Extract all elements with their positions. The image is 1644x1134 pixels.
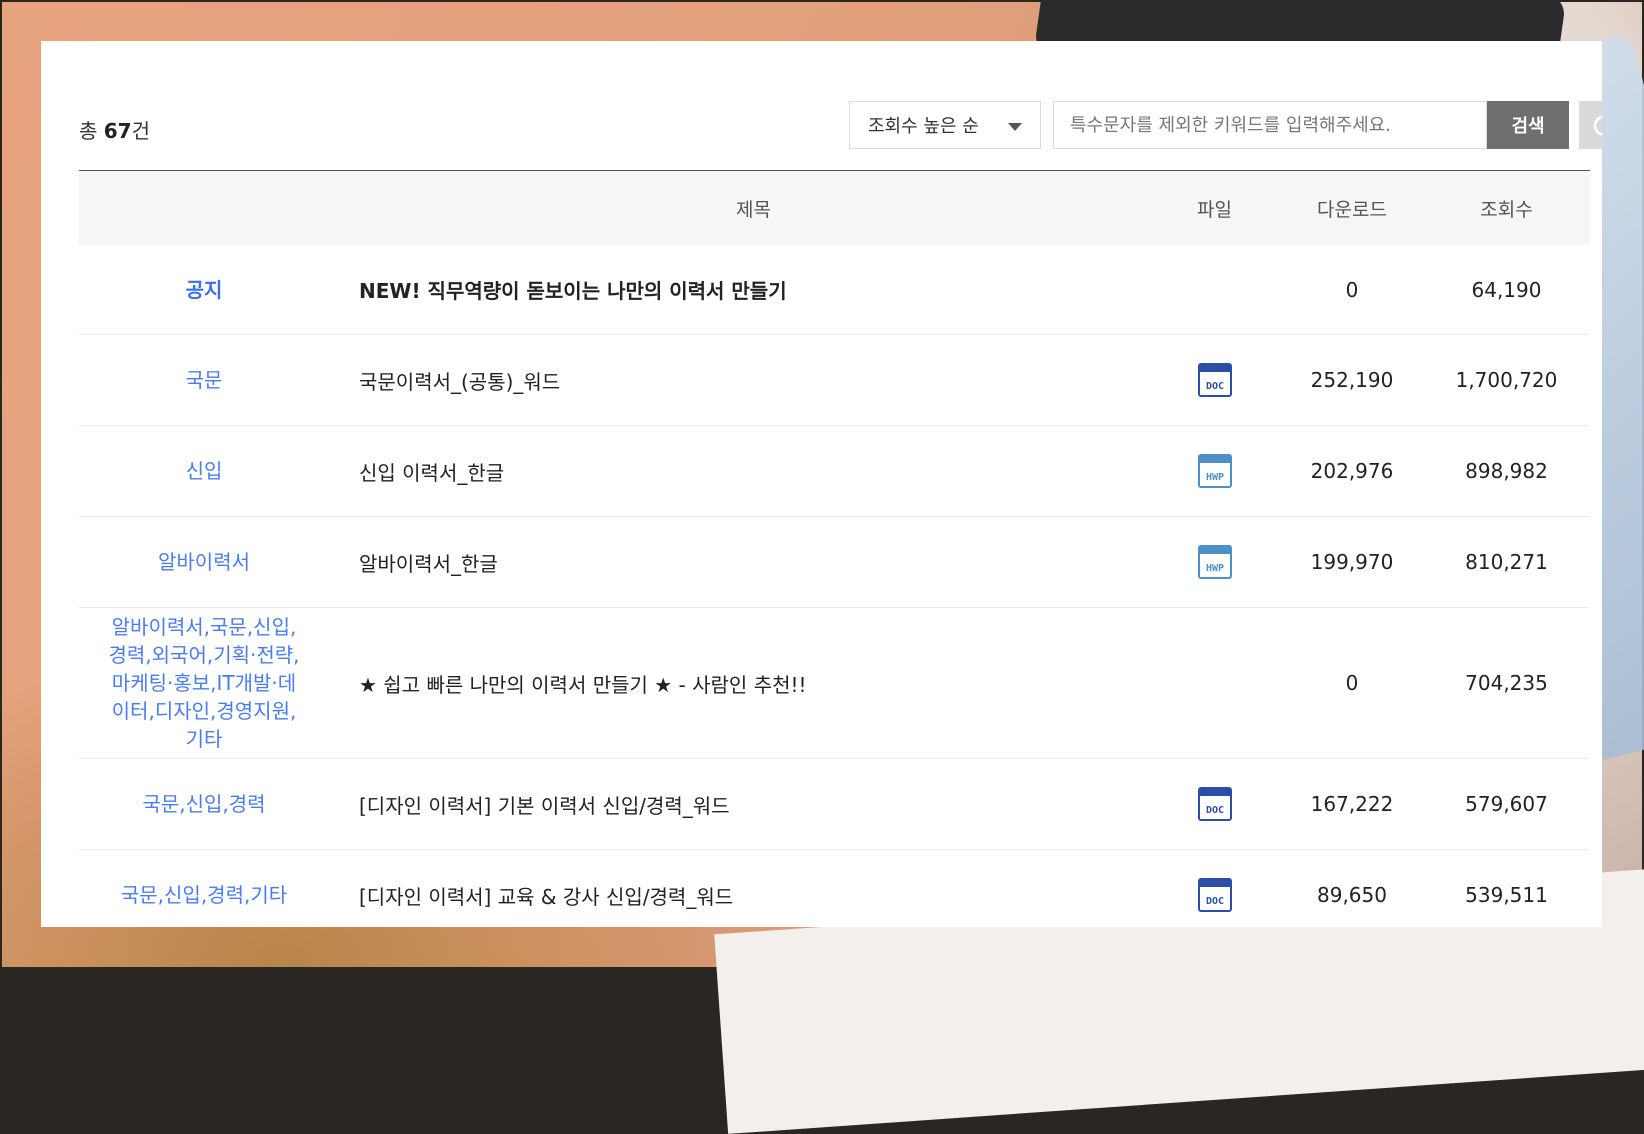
- row-title-link[interactable]: [디자인 이력서] 기본 이력서 신입/경력_워드: [329, 790, 1148, 819]
- toolbar: 총 67건 조회수 높은 순 검색: [79, 101, 1602, 153]
- table-row[interactable]: 공지 NEW! 직무역량이 돋보이는 나만의 이력서 만들기 0 64,190: [79, 245, 1590, 335]
- doc-file-icon-label: DOC: [1205, 381, 1223, 392]
- refresh-icon: [1593, 115, 1602, 136]
- doc-file-icon[interactable]: DOC: [1197, 787, 1232, 821]
- row-title-link[interactable]: ★ 쉽고 빠른 나만의 이력서 만들기 ★ - 사람인 추천!!: [329, 669, 1148, 698]
- row-file[interactable]: HWP: [1148, 545, 1281, 579]
- row-downloads: 0: [1345, 671, 1359, 695]
- row-views: 704,235: [1465, 671, 1548, 695]
- chevron-down-icon: [1008, 123, 1022, 131]
- table-row[interactable]: 신입 신입 이력서_한글 HWP 202,976 898,982: [79, 426, 1590, 517]
- total-prefix: 총: [79, 119, 104, 143]
- row-downloads: 199,970: [1310, 550, 1394, 574]
- row-category[interactable]: 알바이력서: [79, 548, 329, 576]
- row-downloads: 0: [1345, 277, 1359, 302]
- table-header: 제목 파일 다운로드 조회수: [79, 170, 1590, 245]
- header-views: 조회수: [1480, 198, 1533, 221]
- row-category[interactable]: 신입: [79, 457, 329, 485]
- row-views: 1,700,720: [1455, 368, 1558, 392]
- row-title-link[interactable]: NEW! 직무역량이 돋보이는 나만의 이력서 만들기: [329, 275, 1148, 304]
- row-downloads: 202,976: [1310, 459, 1394, 483]
- hwp-file-icon-label: HWP: [1205, 472, 1223, 483]
- reset-button[interactable]: [1579, 101, 1602, 149]
- row-category[interactable]: 알바이력서,국문,신입,경력,외국어,기획·전략,마케팅·홍보,IT개발·데이터…: [79, 613, 329, 753]
- search-button[interactable]: 검색: [1487, 101, 1569, 149]
- hwp-file-icon-label: HWP: [1205, 563, 1223, 574]
- row-category[interactable]: 국문,신입,경력,기타: [79, 881, 329, 909]
- table-row[interactable]: 알바이력서 알바이력서_한글 HWP 199,970 810,271: [79, 517, 1590, 608]
- table-row[interactable]: 알바이력서,국문,신입,경력,외국어,기획·전략,마케팅·홍보,IT개발·데이터…: [79, 608, 1590, 759]
- row-views: 64,190: [1471, 277, 1542, 302]
- total-suffix: 건: [131, 119, 151, 143]
- row-file[interactable]: HWP: [1148, 454, 1281, 488]
- header-downloads: 다운로드: [1317, 198, 1387, 221]
- row-title-link[interactable]: [디자인 이력서] 교육 & 강사 신입/경력_워드: [329, 881, 1148, 910]
- doc-file-icon[interactable]: DOC: [1197, 878, 1232, 912]
- total-count: 총 67건: [79, 115, 150, 144]
- row-file[interactable]: DOC: [1148, 787, 1281, 821]
- hwp-file-icon[interactable]: HWP: [1197, 454, 1232, 488]
- hwp-file-icon[interactable]: HWP: [1197, 545, 1232, 579]
- search-input[interactable]: [1053, 101, 1487, 149]
- row-category[interactable]: 국문,신입,경력: [79, 790, 329, 818]
- row-category[interactable]: 국문: [79, 366, 329, 394]
- header-title: 제목: [736, 198, 771, 221]
- row-category[interactable]: 공지: [79, 276, 329, 304]
- row-title-link[interactable]: 국문이력서_(공통)_워드: [329, 366, 1148, 395]
- row-views: 539,511: [1465, 883, 1548, 907]
- content-panel: 총 67건 조회수 높은 순 검색 제목 파일 다운로드 조회수 공지 NEW!…: [41, 41, 1602, 927]
- header-file: 파일: [1197, 198, 1232, 221]
- doc-file-icon-label: DOC: [1205, 805, 1223, 816]
- row-title-link[interactable]: 신입 이력서_한글: [329, 457, 1148, 486]
- doc-file-icon-label: DOC: [1205, 896, 1223, 907]
- table-row[interactable]: 국문,신입,경력,기타 [디자인 이력서] 교육 & 강사 신입/경력_워드 D…: [79, 850, 1590, 927]
- row-file[interactable]: DOC: [1148, 878, 1281, 912]
- row-views: 810,271: [1465, 550, 1548, 574]
- sort-selected-value: 조회수 높은 순: [868, 116, 979, 137]
- row-views: 898,982: [1465, 459, 1548, 483]
- row-downloads: 252,190: [1310, 368, 1394, 392]
- sort-dropdown[interactable]: 조회수 높은 순: [849, 101, 1041, 149]
- row-downloads: 167,222: [1310, 792, 1394, 816]
- doc-file-icon[interactable]: DOC: [1197, 363, 1232, 397]
- table-row[interactable]: 국문,신입,경력 [디자인 이력서] 기본 이력서 신입/경력_워드 DOC 1…: [79, 759, 1590, 850]
- total-number: 67: [103, 119, 132, 143]
- row-downloads: 89,650: [1317, 883, 1387, 907]
- row-file[interactable]: DOC: [1148, 363, 1281, 397]
- table-row[interactable]: 국문 국문이력서_(공통)_워드 DOC 252,190 1,700,720: [79, 335, 1590, 426]
- row-views: 579,607: [1465, 792, 1548, 816]
- row-title-link[interactable]: 알바이력서_한글: [329, 548, 1148, 577]
- resume-table: 제목 파일 다운로드 조회수 공지 NEW! 직무역량이 돋보이는 나만의 이력…: [79, 170, 1590, 927]
